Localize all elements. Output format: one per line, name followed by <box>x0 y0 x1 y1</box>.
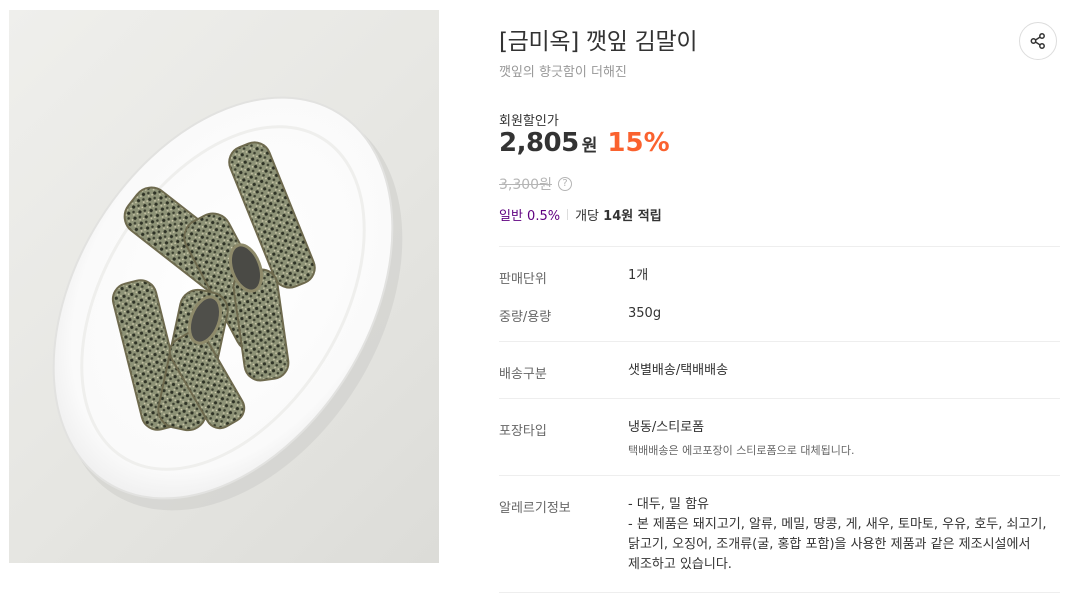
points-amount: 14원 적립 <box>603 209 662 224</box>
currency-unit: 원 <box>581 136 598 156</box>
product-photo-illustration <box>52 96 403 511</box>
product-image <box>9 10 439 563</box>
spec-value-unit: 1개 <box>628 268 649 283</box>
discount-rate: 15% <box>607 128 670 158</box>
product-detail-page: [금미옥] 깻잎 김말이 깻잎의 향긋함이 더해진 회원할인가 2,805 원 … <box>0 0 1084 600</box>
spec-label-delivery: 배송구분 <box>499 367 547 382</box>
divider <box>499 475 1060 476</box>
spec-label-packaging: 포장타입 <box>499 424 547 439</box>
product-subtitle: 깻잎의 향긋함이 더해진 <box>499 65 627 80</box>
points-prefix: 개당 <box>575 209 604 224</box>
product-info: [금미옥] 깻잎 김말이 깻잎의 향긋함이 더해진 회원할인가 2,805 원 … <box>499 0 1060 600</box>
spec-value-delivery: 샛별배송/택배배송 <box>628 363 729 378</box>
spec-value-packaging: 냉동/스티로폼 <box>628 420 705 435</box>
allergy-line-1: - 대두, 밀 함유 <box>628 497 710 512</box>
points-divider <box>567 209 569 220</box>
divider <box>499 341 1060 342</box>
spec-label-unit: 판매단위 <box>499 272 547 287</box>
price-row: 2,805 원 15% <box>499 128 670 164</box>
spec-label-weight: 중량/용량 <box>499 310 552 325</box>
member-price-label: 회원할인가 <box>499 114 559 129</box>
spec-note-packaging: 택배배송은 에코포장이 스티로폼으로 대체됩니다. <box>628 444 855 457</box>
divider <box>499 398 1060 399</box>
divider <box>499 246 1060 247</box>
product-title: [금미옥] 깻잎 김말이 <box>499 29 698 55</box>
divider <box>499 592 1060 593</box>
points-grade: 일반 0.5% <box>499 209 561 224</box>
sale-price: 2,805 <box>499 128 579 158</box>
spec-value-allergy: - 대두, 밀 함유 - 본 제품은 돼지고기, 알류, 메밀, 땅콩, 게, … <box>628 495 1060 575</box>
share-icon <box>1030 33 1045 49</box>
spec-value-weight: 350g <box>628 306 662 321</box>
original-price: 3,300원 <box>499 177 552 193</box>
share-button[interactable] <box>1019 22 1057 60</box>
points-info: 일반 0.5% 개당 14원 적립 <box>499 205 662 224</box>
original-price-row: 3,300원 ? <box>499 174 572 194</box>
points-text: 개당 14원 적립 <box>575 205 662 224</box>
question-circle-icon[interactable]: ? <box>557 177 572 191</box>
allergy-line-2: - 본 제품은 돼지고기, 알류, 메밀, 땅콩, 게, 새우, 토마토, 우유… <box>628 517 1047 572</box>
spec-label-allergy: 알레르기정보 <box>499 501 571 516</box>
